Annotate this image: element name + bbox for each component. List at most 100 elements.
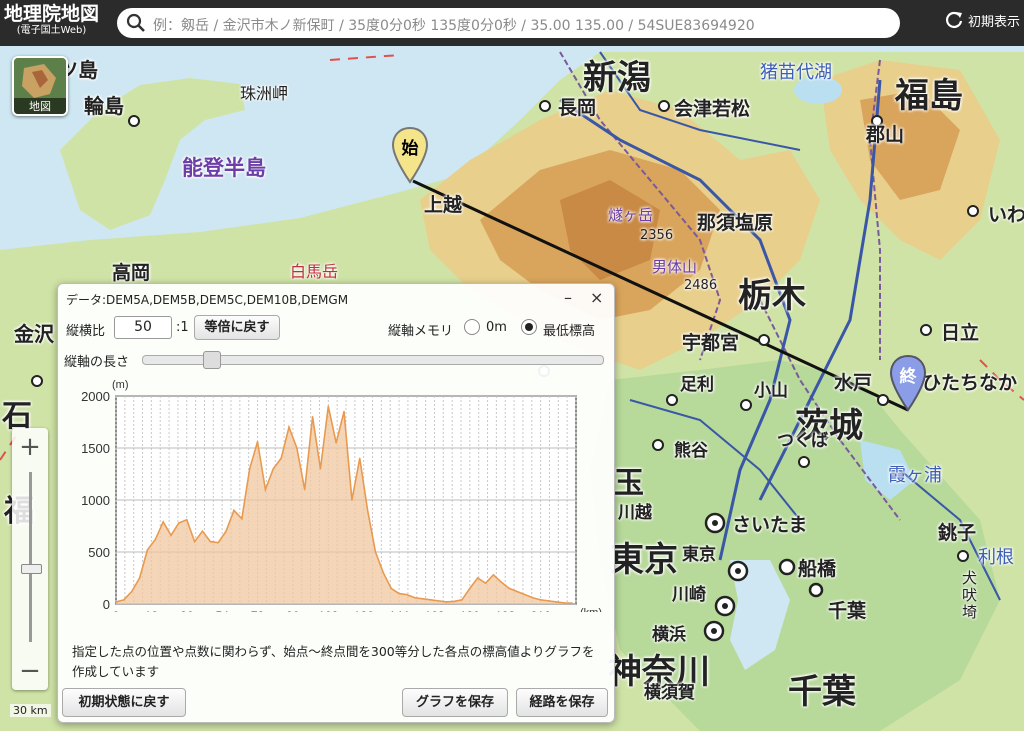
elevation-point [311, 416, 314, 418]
zoom-in-button[interactable]: + [12, 432, 48, 462]
elevation-point [461, 599, 463, 601]
radio-0m[interactable] [464, 319, 480, 335]
start-marker-label: 始 [401, 139, 419, 159]
x-tick-label: 162 [424, 609, 444, 612]
map-layer-button[interactable]: 地図 [12, 56, 68, 116]
elevation-point [241, 517, 243, 520]
y-tick-label: 1000 [81, 493, 110, 508]
elevation-point [539, 599, 542, 601]
zoom-slider-handle[interactable] [21, 564, 42, 574]
label-kawasaki: 川崎 [672, 585, 706, 605]
app-logo[interactable]: 地理院地図 (電子国土Web) [4, 3, 99, 37]
elevation-point [217, 541, 220, 544]
label-oyama: 小山 [754, 381, 788, 401]
save-route-button[interactable]: 経路を保存 [516, 688, 608, 717]
end-marker[interactable]: 終 [889, 354, 927, 412]
x-tick-label: 180 [460, 609, 480, 612]
label-chiba: 千葉 [788, 672, 856, 712]
axis-memory-label: 縦軸メモリ [388, 324, 454, 339]
label-tokyo: 東京 [610, 540, 678, 580]
elevation-point [209, 540, 212, 543]
axis-length-label: 縦軸の長さ [64, 355, 130, 370]
label-hiuchi: 燧ヶ岳 [608, 206, 654, 224]
profile-note: 指定した点の位置や点数に関わらず、始点～終点間を300等分した各点の標高値よりグ… [72, 644, 595, 679]
elevation-point [437, 600, 440, 602]
close-button[interactable]: × [590, 288, 603, 307]
label-ashikaga: 足利 [680, 375, 714, 395]
x-tick-label: 72 [251, 609, 265, 612]
elevation-point [398, 592, 400, 595]
x-tick-label: 216 [531, 609, 551, 612]
zoom-out-button[interactable]: − [12, 656, 48, 686]
elevation-point [414, 596, 416, 599]
search-input[interactable]: 例：剱岳 / 金沢市木ノ新保町 / 35度0分0秒 135度0分0秒 / 35.… [117, 8, 900, 38]
elevation-point [146, 549, 149, 551]
elevation-point [296, 447, 298, 449]
label-fukushima: 福島 [895, 76, 963, 116]
panel-title: データ:DEM5A,DEM5B,DEM5C,DEM10B,DEMGM [66, 293, 349, 307]
elevation-point [335, 442, 337, 444]
elevation-point [469, 587, 471, 590]
elevation-point [162, 521, 164, 523]
elevation-point [390, 587, 393, 590]
elevation-point [508, 587, 510, 590]
end-marker-label: 終 [899, 367, 917, 387]
minimize-button[interactable]: – [564, 288, 572, 307]
reset-initial-button[interactable]: 初期状態に戻す [62, 688, 186, 717]
elevation-point [280, 457, 282, 460]
label-kumagaya: 熊谷 [674, 441, 708, 461]
radio-min-elevation[interactable] [521, 319, 537, 335]
elevation-point [406, 593, 408, 596]
label-hiuchi-elev: 2356 [640, 228, 674, 243]
y-tick-label: 500 [88, 545, 110, 560]
label-tone: 利根 [978, 547, 1014, 568]
elevation-point [193, 540, 196, 543]
elevation-point [500, 581, 503, 583]
label-tsukuba: つくば [777, 431, 828, 451]
label-joetsu: 上越 [424, 194, 463, 216]
elevation-point [351, 499, 353, 501]
label-choshi: 銚子 [938, 522, 977, 544]
elevation-point [571, 602, 573, 604]
elevation-point [264, 488, 267, 491]
equal-ratio-button[interactable]: 等倍に戻す [194, 315, 280, 340]
label-yokohama: 横浜 [652, 625, 686, 645]
elevation-point [492, 574, 495, 576]
elevation-point [327, 405, 330, 408]
reset-view-button[interactable]: 初期表示 [944, 10, 1020, 30]
label-hitachi: 日立 [941, 322, 980, 344]
elevation-point [248, 468, 251, 470]
elevation-point [201, 530, 204, 532]
radio-min-elevation-label: 最低標高 [543, 324, 596, 339]
reset-view-label: 初期表示 [968, 14, 1021, 30]
elevation-point [154, 538, 157, 541]
x-tick-label: 54 [215, 609, 229, 612]
start-marker[interactable]: 始 [391, 126, 429, 184]
label-chiba-city: 千葉 [828, 600, 867, 622]
elevation-point [476, 577, 479, 579]
elevation-point [531, 596, 534, 599]
label-nagaoka: 長岡 [558, 97, 597, 119]
label-aizuwakamatsu: 会津若松 [674, 98, 751, 120]
label-noto: 能登半島 [182, 156, 266, 180]
label-utsunomiya: 宇都宮 [682, 332, 740, 354]
axis-length-slider-handle[interactable] [203, 351, 221, 369]
label-koriyama: 郡山 [866, 124, 905, 146]
elevation-point [288, 426, 290, 428]
elevation-point [366, 509, 369, 512]
label-suzu: 珠洲岬 [240, 84, 289, 103]
elevation-point [272, 468, 275, 470]
x-tick-label: 0 [113, 609, 120, 612]
zoom-track[interactable] [29, 472, 32, 642]
elevation-point [382, 572, 385, 574]
elevation-point [563, 602, 566, 604]
label-niigata: 新潟 [583, 58, 651, 98]
save-graph-button[interactable]: グラフを保存 [402, 688, 508, 717]
elevation-point [256, 440, 259, 443]
ratio-input[interactable]: 50 [114, 316, 172, 339]
label-inubo: 犬吠埼 [962, 569, 978, 621]
ratio-suffix: :1 [176, 320, 189, 335]
elevation-point [123, 599, 125, 601]
x-tick-label: 36 [180, 609, 194, 612]
elevation-chart: 0 500 1000 1500 2000 0 18 36 54 72 90 108 126 144 162 1… [81, 379, 602, 612]
